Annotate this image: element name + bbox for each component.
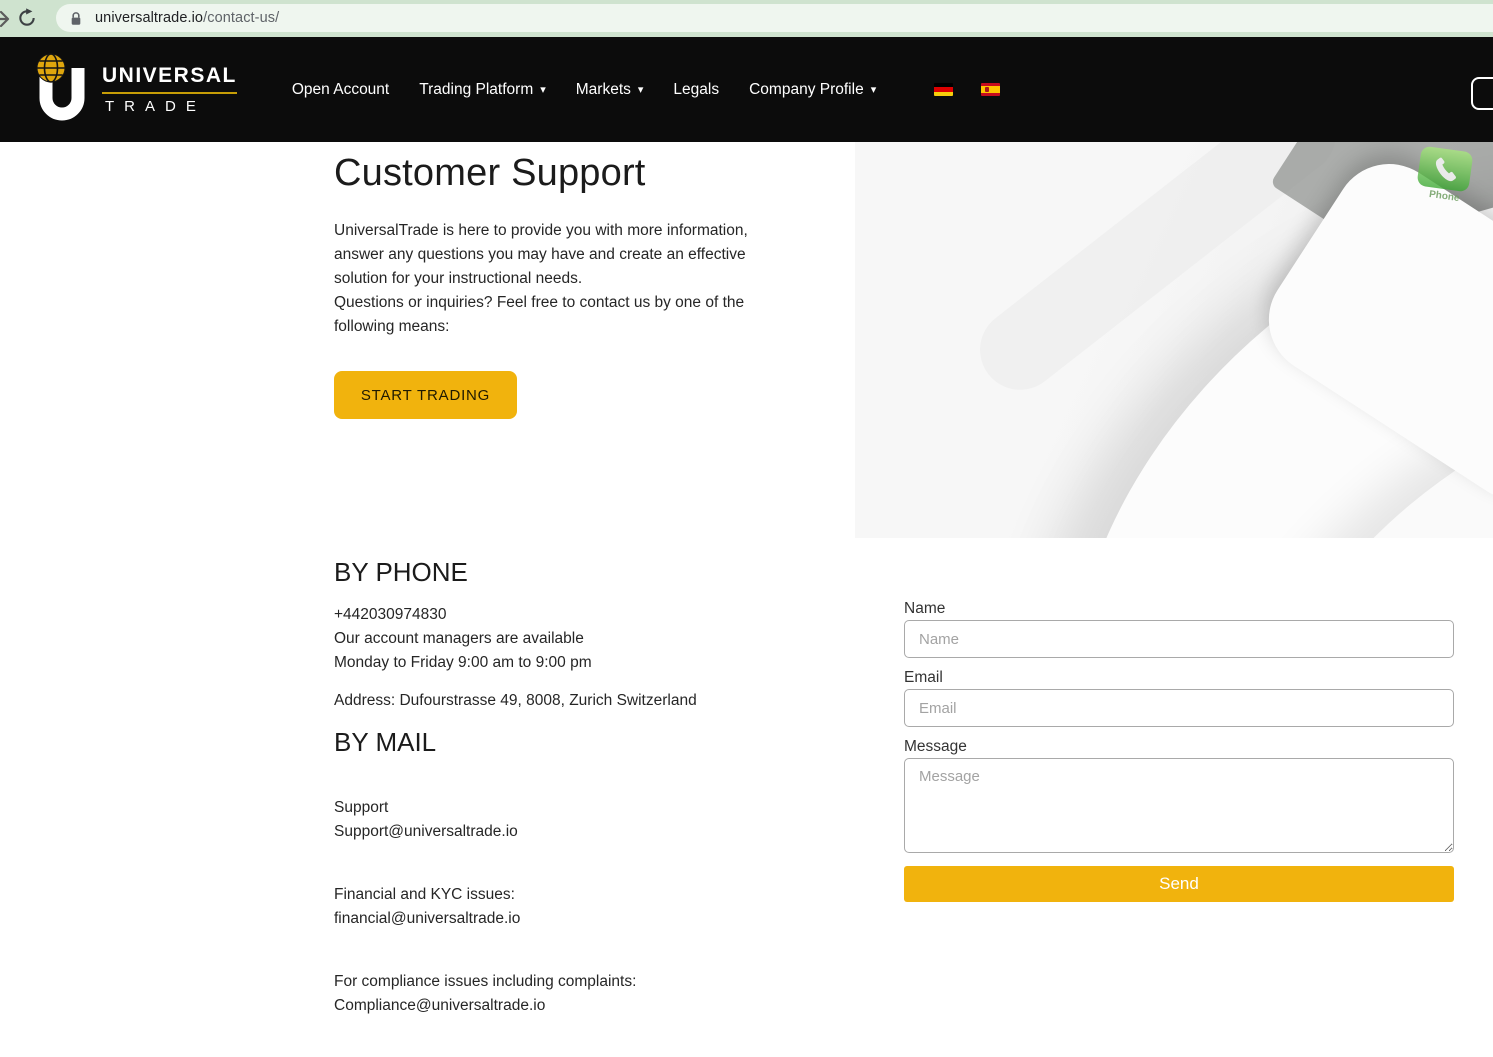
- logo-mark-icon: [36, 52, 85, 120]
- nav-item-label: Company Profile: [749, 80, 864, 98]
- address-line: Address: Dufourstrasse 49, 8008, Zurich …: [334, 692, 697, 709]
- page-title: Customer Support: [334, 152, 646, 194]
- browser-chrome: universaltrade.io/contact-us/: [0, 0, 1493, 37]
- forward-icon[interactable]: [0, 8, 13, 30]
- nav-item-label: Markets: [575, 80, 631, 98]
- logo-text: UNIVERSAL TRADE: [102, 64, 237, 115]
- nav-item-label: Trading Platform: [419, 80, 534, 98]
- email-input[interactable]: [904, 689, 1454, 727]
- send-button[interactable]: Send: [904, 866, 1454, 902]
- reload-icon[interactable]: [17, 8, 37, 28]
- message-textarea[interactable]: [904, 758, 1454, 853]
- phone-handset-icon: [1435, 157, 1456, 182]
- name-label: Name: [904, 600, 946, 617]
- message-label: Message: [904, 738, 967, 755]
- url-text: universaltrade.io/contact-us/: [95, 10, 279, 26]
- hero-image: Phone: [855, 142, 1493, 538]
- url-path: /contact-us/: [203, 10, 280, 26]
- address-bar[interactable]: universaltrade.io/contact-us/: [56, 4, 1493, 32]
- phone-app-icon: [1416, 145, 1474, 193]
- mail-group-support: Support Support@universaltrade.io: [334, 799, 518, 840]
- intro-text: UniversalTrade is here to provide you wi…: [334, 222, 748, 335]
- main-navbar: UNIVERSAL TRADE Open Account Trading Pla…: [0, 37, 1493, 142]
- nav-item-company-profile[interactable]: Company Profile ▾: [749, 81, 876, 99]
- nav-item-open-account[interactable]: Open Account: [292, 81, 389, 99]
- nav-item-trading-platform[interactable]: Trading Platform ▾: [419, 81, 546, 99]
- german-flag[interactable]: [934, 83, 954, 96]
- nav-item-label: Legals: [673, 80, 720, 98]
- nav-item-legals[interactable]: Legals: [673, 81, 719, 99]
- mail-groups: Support Support@universaltrade.io Financ…: [334, 772, 636, 1057]
- logo-line2: TRADE: [105, 98, 206, 115]
- phone-details: +442030974830 Our account managers are a…: [334, 606, 592, 671]
- by-mail-heading: BY MAIL: [334, 727, 437, 757]
- nav-item-markets[interactable]: Markets ▾: [576, 81, 644, 99]
- chevron-down-icon: ▾: [870, 84, 877, 96]
- name-input[interactable]: [904, 620, 1454, 658]
- nav-item-label: Open Account: [291, 80, 390, 98]
- logo[interactable]: UNIVERSAL TRADE: [30, 52, 237, 128]
- url-domain: universaltrade.io: [95, 10, 204, 26]
- spanish-flag[interactable]: [981, 83, 1001, 96]
- by-phone-heading: BY PHONE: [334, 557, 468, 587]
- chevron-down-icon: ▾: [540, 84, 546, 96]
- logo-line1: UNIVERSAL: [102, 64, 237, 94]
- nav-edge-button[interactable]: [1471, 77, 1493, 110]
- chevron-down-icon: ▾: [637, 84, 644, 96]
- mail-group-financial: Financial and KYC issues: financial@univ…: [334, 886, 521, 927]
- lock-icon: [71, 11, 81, 25]
- nav-menu: Open Account Trading Platform ▾ Markets …: [292, 81, 906, 99]
- mail-group-compliance: For compliance issues including complain…: [334, 973, 637, 1014]
- email-label: Email: [904, 669, 943, 686]
- contact-form: Name Email Message Send: [904, 600, 1454, 902]
- start-trading-button[interactable]: START TRADING: [334, 371, 517, 419]
